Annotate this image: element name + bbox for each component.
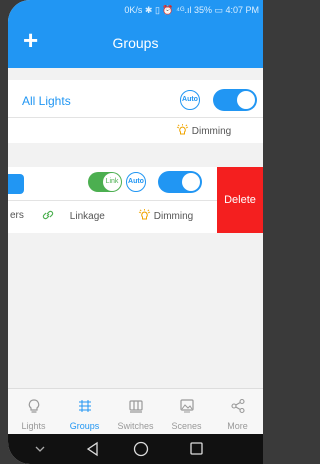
scene-icon	[179, 399, 194, 413]
system-nav-bar	[8, 434, 263, 464]
status-bar: 0K/s ✱ ▯ ⏰ ⁴ᴳ.ıl 35% ▭ 4:07 PM	[124, 5, 259, 15]
tab-more[interactable]: More	[212, 389, 263, 435]
group-name-stub[interactable]	[8, 174, 24, 194]
link-icon	[42, 210, 54, 220]
members-button[interactable]: ers	[10, 210, 24, 221]
switch-icon	[128, 400, 143, 413]
group-name[interactable]: All Lights	[22, 94, 71, 108]
phone-screen: 0K/s ✱ ▯ ⏰ ⁴ᴳ.ıl 35% ▭ 4:07 PM + Groups …	[8, 0, 263, 464]
tab-scenes[interactable]: Scenes	[161, 389, 212, 435]
share-icon	[230, 398, 245, 414]
recents-icon	[190, 442, 203, 455]
app-header: 0K/s ✱ ▯ ⏰ ⁴ᴳ.ıl 35% ▭ 4:07 PM + Groups	[8, 0, 263, 68]
tab-groups[interactable]: Groups	[59, 389, 110, 435]
dimming-button[interactable]: Dimming	[138, 209, 193, 222]
dimming-icon	[138, 209, 151, 220]
dimming-icon	[176, 124, 189, 135]
bulb-icon	[28, 399, 39, 413]
bottom-tab-bar: Lights Groups Switches Scenes More	[8, 388, 263, 435]
group-card-swiped: Link Auto ers Linkage Dimming Delete	[8, 167, 263, 233]
tab-lights[interactable]: Lights	[8, 389, 59, 435]
chevron-down-icon	[35, 446, 45, 452]
tab-switches[interactable]: Switches	[110, 389, 161, 435]
home-icon	[133, 441, 149, 457]
auto-button[interactable]: Auto	[180, 90, 200, 110]
group-card-all-lights: All Lights Auto Dimming	[8, 80, 263, 143]
auto-button[interactable]: Auto	[126, 172, 146, 192]
page-title: Groups	[112, 35, 159, 51]
link-toggle[interactable]: Link	[88, 172, 122, 192]
group-power-toggle[interactable]	[158, 171, 202, 193]
dimming-button[interactable]: Dimming	[176, 124, 231, 137]
divider	[8, 200, 217, 201]
linkage-button[interactable]: Linkage	[41, 208, 105, 222]
delete-button[interactable]: Delete	[217, 167, 263, 233]
divider	[8, 117, 263, 118]
group-power-toggle[interactable]	[213, 89, 257, 111]
back-icon	[86, 441, 98, 457]
groups-icon	[78, 400, 91, 412]
